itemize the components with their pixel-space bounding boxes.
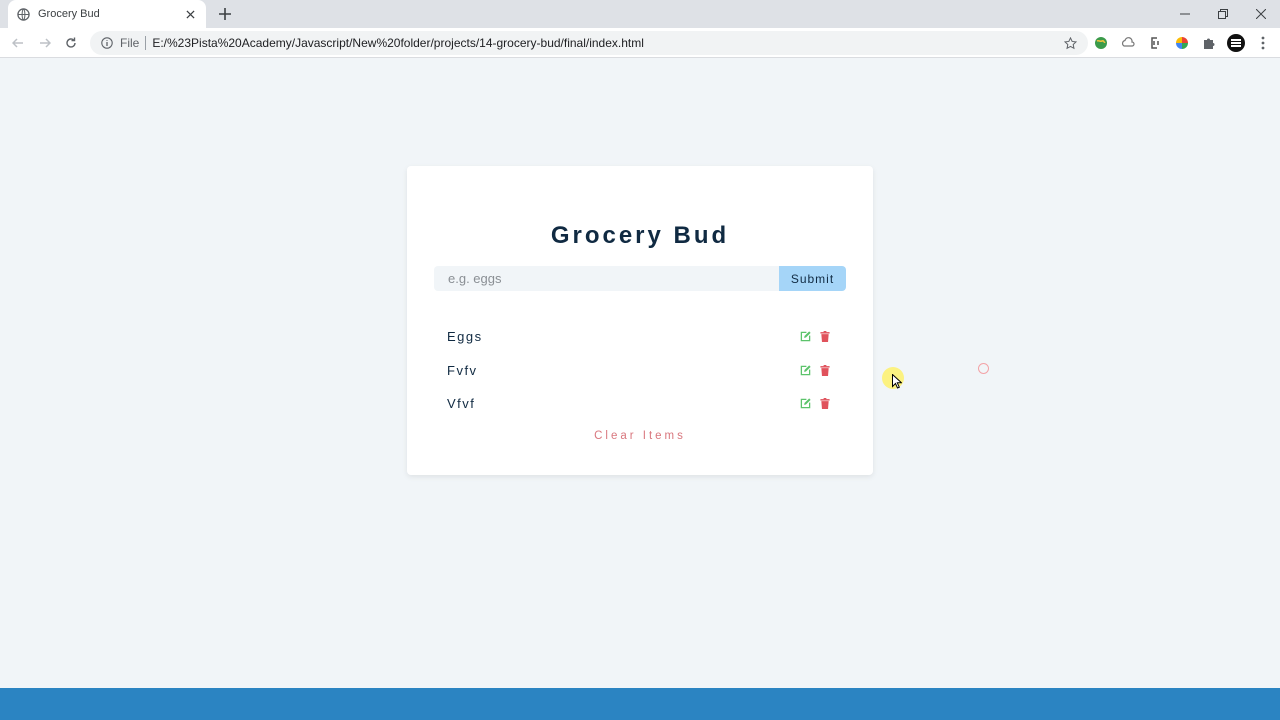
grocery-item: Eggs: [447, 320, 833, 354]
close-icon[interactable]: [182, 6, 198, 22]
item-title: Vfvf: [447, 396, 476, 412]
clear-items-button[interactable]: Clear Items: [407, 430, 873, 442]
extension-cloud-icon[interactable]: [1119, 34, 1137, 52]
window-close-icon[interactable]: [1242, 0, 1280, 28]
item-title: Fvfv: [447, 362, 478, 378]
info-icon[interactable]: [100, 36, 114, 50]
back-arrow-icon[interactable]: [9, 34, 27, 52]
edit-icon[interactable]: [799, 398, 811, 410]
os-taskbar: [0, 688, 1280, 720]
extension-code-icon[interactable]: [1146, 34, 1164, 52]
browser-toolbar: File E:/%23Pista%20Academy/Javascript/Ne…: [0, 28, 1280, 58]
mouse-pointer-icon: [892, 373, 903, 394]
submit-button[interactable]: Submit: [779, 266, 846, 291]
restore-icon[interactable]: [1204, 0, 1242, 28]
grocery-item: Vfvf: [447, 387, 833, 421]
globe-icon: [16, 7, 30, 21]
menu-dots-icon[interactable]: [1254, 34, 1272, 52]
minimize-icon[interactable]: [1166, 0, 1204, 28]
grocery-container: Grocery Bud Submit Eggs Fvfv: [407, 166, 873, 475]
edit-icon[interactable]: [799, 364, 811, 376]
browser-tab[interactable]: Grocery Bud: [8, 0, 206, 28]
item-title: Eggs: [447, 329, 483, 345]
address-divider: [145, 36, 147, 50]
click-indicator: [978, 363, 989, 374]
extensions-area: [1092, 34, 1272, 52]
tab-title: Grocery Bud: [38, 8, 100, 20]
profile-avatar[interactable]: [1227, 34, 1245, 52]
grocery-list: Eggs Fvfv Vfvf: [447, 320, 833, 421]
item-actions: [799, 398, 833, 410]
item-actions: [799, 331, 833, 343]
edit-icon[interactable]: [799, 331, 811, 343]
forward-arrow-icon[interactable]: [36, 34, 54, 52]
new-tab-plus-icon[interactable]: [216, 5, 234, 23]
window-controls: [1166, 0, 1280, 28]
grocery-item: Fvfv: [447, 354, 833, 388]
extension-globe-icon[interactable]: [1092, 34, 1110, 52]
trash-icon[interactable]: [819, 331, 831, 343]
grocery-form: Submit: [434, 266, 846, 291]
extensions-puzzle-icon[interactable]: [1200, 34, 1218, 52]
browser-tab-strip: Grocery Bud: [0, 0, 1280, 28]
trash-icon[interactable]: [819, 364, 831, 376]
app-title: Grocery Bud: [550, 222, 730, 249]
item-actions: [799, 364, 833, 376]
address-bar[interactable]: File E:/%23Pista%20Academy/Javascript/Ne…: [90, 31, 1088, 55]
extension-color-wheel-icon[interactable]: [1173, 34, 1191, 52]
grocery-input[interactable]: [434, 266, 779, 291]
reload-icon[interactable]: [62, 34, 80, 52]
bookmark-star-icon[interactable]: [1062, 35, 1078, 51]
url-text[interactable]: E:/%23Pista%20Academy/Javascript/New%20f…: [152, 36, 644, 50]
scheme-label: File: [120, 36, 140, 50]
trash-icon[interactable]: [819, 398, 831, 410]
